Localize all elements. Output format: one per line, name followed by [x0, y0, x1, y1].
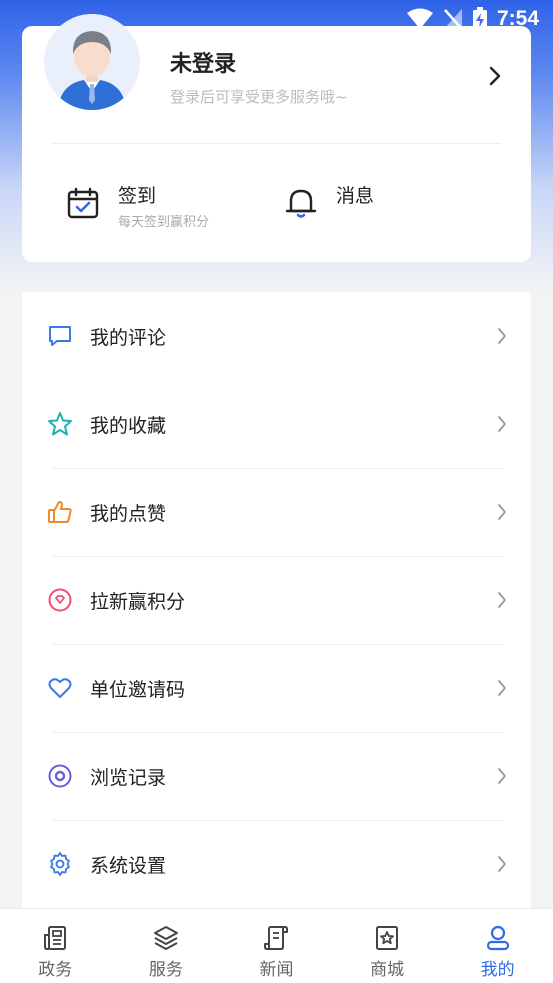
checkin-button[interactable]: 签到 每天签到赢积分: [66, 184, 209, 230]
tab-mall[interactable]: 商城: [332, 909, 443, 983]
chevron-right-icon: [498, 328, 507, 344]
menu-label: 我的收藏: [90, 414, 167, 437]
tab-mine[interactable]: 我的: [442, 909, 553, 983]
bell-icon: [285, 189, 317, 218]
bottom-navigation: 政务 服务 新闻 商城 我的: [0, 908, 553, 983]
nav-label: 商城: [370, 960, 405, 980]
layers-icon: [153, 926, 178, 950]
divider: [52, 143, 501, 144]
menu-label: 我的评论: [90, 326, 167, 349]
menu-label: 系统设置: [90, 854, 167, 877]
gem-icon: [46, 586, 74, 614]
chevron-right-icon[interactable]: [487, 64, 503, 88]
nav-label: 新闻: [259, 960, 294, 980]
menu-item-invite-code[interactable]: 单位邀请码: [22, 644, 531, 732]
chevron-right-icon: [498, 416, 507, 432]
star-icon: [46, 410, 74, 438]
nav-label: 我的: [480, 960, 515, 980]
gear-icon: [46, 850, 74, 878]
chevron-right-icon: [498, 592, 507, 608]
user-avatar-icon: [44, 14, 140, 110]
menu-item-likes[interactable]: 我的点赞: [22, 468, 531, 556]
checkin-title: 签到: [118, 185, 157, 207]
menu-label: 我的点赞: [90, 502, 167, 525]
comment-icon: [46, 322, 74, 350]
thumbs-up-icon: [46, 498, 74, 526]
user-name[interactable]: 未登录: [170, 46, 236, 78]
tab-services[interactable]: 服务: [111, 909, 222, 983]
tab-government[interactable]: 政务: [0, 909, 111, 983]
profile-card: 未登录 登录后可享受更多服务哦~ 签到 每天签到赢积分 消息: [22, 14, 531, 262]
message-button[interactable]: 消息: [284, 184, 374, 220]
nav-label: 政务: [38, 960, 73, 980]
scroll-icon: [264, 926, 289, 950]
shop-star-icon: [376, 926, 399, 950]
menu-item-settings[interactable]: 系统设置: [22, 820, 531, 908]
menu-label: 单位邀请码: [90, 678, 186, 701]
person-icon: [486, 925, 509, 951]
menu-item-comments[interactable]: 我的评论: [22, 292, 531, 380]
menu-label: 浏览记录: [90, 766, 167, 789]
checkin-subtitle: 每天签到赢积分: [118, 215, 210, 230]
chevron-right-icon: [498, 680, 507, 696]
tab-news[interactable]: 新闻: [221, 909, 332, 983]
menu-item-history[interactable]: 浏览记录: [22, 732, 531, 820]
chevron-right-icon: [498, 504, 507, 520]
message-title: 消息: [336, 185, 375, 207]
menu-label: 拉新赢积分: [90, 590, 186, 613]
newspaper-icon: [44, 926, 67, 950]
chevron-right-icon: [498, 856, 507, 872]
heart-icon: [46, 674, 74, 702]
calendar-check-icon: [67, 187, 99, 219]
menu-list: 我的评论 我的收藏 我的点赞 拉新赢积分 单位邀请码 浏览记录 系统设置: [22, 292, 531, 932]
chevron-right-icon: [498, 768, 507, 784]
nav-label: 服务: [148, 960, 183, 980]
avatar[interactable]: [44, 14, 140, 110]
menu-item-invite-points[interactable]: 拉新赢积分: [22, 556, 531, 644]
eye-icon: [46, 762, 74, 790]
login-hint: 登录后可享受更多服务哦~: [170, 88, 348, 106]
menu-item-favorites[interactable]: 我的收藏: [22, 380, 531, 468]
